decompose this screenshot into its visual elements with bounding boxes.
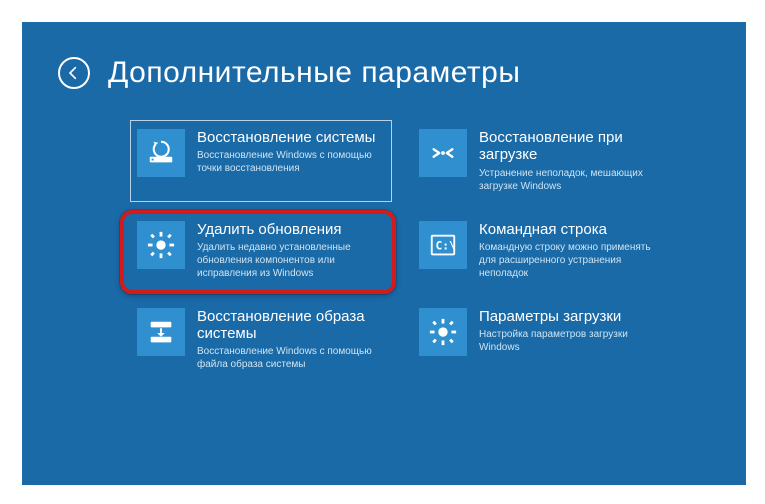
restore-point-icon: [137, 129, 185, 177]
tile-text: Параметры загрузки Настройка параметров …: [479, 308, 667, 372]
tile-desc: Устранение неполадок, мешающих загрузке …: [479, 167, 667, 193]
startup-repair-icon: [419, 129, 467, 177]
tile-title: Командная строка: [479, 221, 667, 238]
tile-text: Восстановление при загрузке Устранение н…: [479, 129, 667, 193]
tile-uninstall-updates[interactable]: Удалить обновления Удалить недавно устан…: [130, 212, 392, 289]
options-grid: Восстановление системы Восстановление Wi…: [130, 120, 674, 380]
back-arrow-icon: [66, 65, 82, 81]
tile-image-recovery[interactable]: Восстановление образа системы Восстановл…: [130, 299, 392, 381]
tile-startup-repair[interactable]: Восстановление при загрузке Устранение н…: [412, 120, 674, 202]
image-recovery-icon: [137, 308, 185, 356]
tile-desc: Удалить недавно установленные обновления…: [197, 241, 385, 280]
header: Дополнительные параметры: [58, 56, 520, 90]
tile-title: Восстановление системы: [197, 129, 385, 146]
startup-settings-icon: [419, 308, 467, 356]
tile-title: Удалить обновления: [197, 221, 385, 238]
tile-desc: Восстановление Windows с помощью точки в…: [197, 149, 385, 175]
tile-title: Восстановление при загрузке: [479, 129, 667, 164]
tile-startup-settings[interactable]: Параметры загрузки Настройка параметров …: [412, 299, 674, 381]
tile-title: Восстановление образа системы: [197, 308, 385, 343]
tile-desc: Восстановление Windows с помощью файла о…: [197, 345, 385, 371]
tile-text: Командная строка Командную строку можно …: [479, 221, 667, 280]
tile-system-restore[interactable]: Восстановление системы Восстановление Wi…: [130, 120, 392, 202]
tile-desc: Командную строку можно применять для рас…: [479, 241, 667, 280]
tile-desc: Настройка параметров загрузки Windows: [479, 328, 667, 354]
svg-text:C:\: C:\: [436, 239, 457, 252]
tile-text: Удалить обновления Удалить недавно устан…: [197, 221, 385, 280]
uninstall-updates-icon: [137, 221, 185, 269]
page-title: Дополнительные параметры: [108, 56, 520, 90]
tile-text: Восстановление системы Восстановление Wi…: [197, 129, 385, 193]
command-prompt-icon: C:\: [419, 221, 467, 269]
tile-text: Восстановление образа системы Восстановл…: [197, 308, 385, 372]
advanced-options-screen: Дополнительные параметры Восстановление …: [22, 22, 746, 485]
tile-command-prompt[interactable]: C:\ Командная строка Командную строку мо…: [412, 212, 674, 289]
back-button[interactable]: [58, 57, 90, 89]
tile-title: Параметры загрузки: [479, 308, 667, 325]
